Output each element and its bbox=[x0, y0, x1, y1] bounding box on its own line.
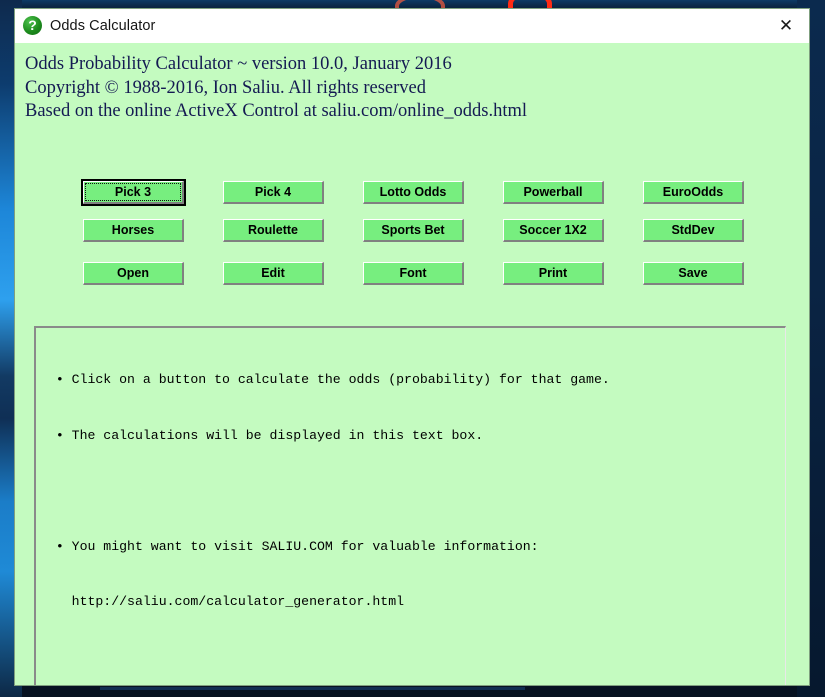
powerball-button[interactable]: Powerball bbox=[503, 181, 604, 204]
button-cell: EuroOdds bbox=[643, 181, 783, 204]
font-button-label: Font bbox=[399, 266, 427, 280]
horses-button-label: Horses bbox=[111, 223, 155, 237]
button-cell: Font bbox=[363, 262, 503, 285]
pick4-button[interactable]: Pick 4 bbox=[223, 181, 324, 204]
button-row-3: Open Edit Font Print Save bbox=[15, 262, 809, 285]
euroodds-button-label: EuroOdds bbox=[662, 185, 724, 199]
sports-bet-button-label: Sports Bet bbox=[381, 223, 445, 237]
save-button[interactable]: Save bbox=[643, 262, 744, 285]
window-title: Odds Calculator bbox=[50, 17, 156, 34]
results-line: • Click on a button to calculate the odd… bbox=[40, 372, 610, 387]
game-button-grid: Pick 3 Pick 4 Lotto Odds Powerball EuroO… bbox=[15, 179, 809, 300]
button-cell: Soccer 1X2 bbox=[503, 219, 643, 242]
roulette-button[interactable]: Roulette bbox=[223, 219, 324, 242]
results-line: • The calculations will be displayed in … bbox=[40, 427, 484, 443]
button-cell: Lotto Odds bbox=[363, 181, 503, 204]
button-cell: Roulette bbox=[223, 219, 363, 242]
button-cell: Sports Bet bbox=[363, 219, 503, 242]
edit-button-label: Edit bbox=[261, 266, 285, 280]
stddev-button[interactable]: StdDev bbox=[643, 219, 744, 242]
open-button-label: Open bbox=[117, 266, 149, 280]
print-button-label: Print bbox=[538, 266, 568, 280]
title-bar: ? Odds Calculator ✕ bbox=[15, 9, 809, 43]
odds-calculator-window: ? Odds Calculator ✕ Odds Probability Cal… bbox=[14, 8, 810, 686]
stddev-button-label: StdDev bbox=[671, 223, 715, 237]
save-button-label: Save bbox=[678, 266, 708, 280]
soccer-1x2-button-label: Soccer 1X2 bbox=[519, 223, 587, 237]
results-line-url: http://saliu.com/calculator_generator.ht… bbox=[40, 594, 405, 609]
powerball-button-label: Powerball bbox=[523, 185, 583, 199]
button-cell: StdDev bbox=[643, 219, 783, 242]
close-icon[interactable]: ✕ bbox=[763, 9, 809, 42]
roulette-button-label: Roulette bbox=[248, 223, 298, 237]
sports-bet-button[interactable]: Sports Bet bbox=[363, 219, 464, 242]
euroodds-button[interactable]: EuroOdds bbox=[643, 181, 744, 204]
pick3-button[interactable]: Pick 3 bbox=[81, 179, 186, 206]
desktop-bottom-band-highlight bbox=[100, 687, 525, 690]
button-cell: Pick 4 bbox=[223, 181, 363, 204]
pick3-button-label: Pick 3 bbox=[114, 185, 152, 199]
pick4-button-label: Pick 4 bbox=[254, 185, 292, 199]
button-cell: Powerball bbox=[503, 181, 643, 204]
help-question-icon: ? bbox=[23, 16, 42, 35]
button-cell: Save bbox=[643, 262, 783, 285]
button-cell: Open bbox=[83, 262, 223, 285]
about-header: Odds Probability Calculator ~ version 10… bbox=[15, 43, 809, 124]
edit-button[interactable]: Edit bbox=[223, 262, 324, 285]
results-text-content: • Click on a button to calculate the odd… bbox=[36, 328, 785, 649]
button-row-2: Horses Roulette Sports Bet Soccer 1X2 St… bbox=[15, 219, 809, 242]
horses-button[interactable]: Horses bbox=[83, 219, 184, 242]
button-row-1: Pick 3 Pick 4 Lotto Odds Powerball EuroO… bbox=[15, 179, 809, 206]
about-line-copyright: Copyright © 1988-2016, Ion Saliu. All ri… bbox=[25, 77, 426, 98]
about-line-version: Odds Probability Calculator ~ version 10… bbox=[25, 54, 452, 74]
lotto-odds-button-label: Lotto Odds bbox=[379, 185, 447, 199]
about-line-source: Based on the online ActiveX Control at s… bbox=[25, 101, 528, 121]
lotto-odds-button[interactable]: Lotto Odds bbox=[363, 181, 464, 204]
button-cell: Print bbox=[503, 262, 643, 285]
button-cell: Edit bbox=[223, 262, 363, 285]
results-text-box[interactable]: • Click on a button to calculate the odd… bbox=[34, 326, 786, 685]
button-cell: Horses bbox=[83, 219, 223, 242]
print-button[interactable]: Print bbox=[503, 262, 604, 285]
soccer-1x2-button[interactable]: Soccer 1X2 bbox=[503, 219, 604, 242]
results-line-blank bbox=[40, 482, 781, 501]
client-area: Odds Probability Calculator ~ version 10… bbox=[15, 43, 809, 685]
results-line: • You might want to visit SALIU.COM for … bbox=[40, 538, 539, 554]
button-cell: Pick 3 bbox=[81, 179, 223, 206]
font-button[interactable]: Font bbox=[363, 262, 464, 285]
open-button[interactable]: Open bbox=[83, 262, 184, 285]
